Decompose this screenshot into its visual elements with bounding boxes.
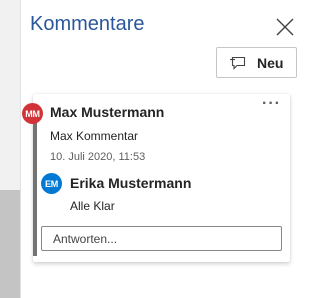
avatar: MM bbox=[22, 103, 43, 124]
new-comment-label: Neu bbox=[257, 55, 284, 71]
close-icon bbox=[276, 18, 294, 36]
scrollbar-thumb[interactable] bbox=[0, 190, 20, 298]
avatar: EM bbox=[41, 173, 62, 194]
more-options-button[interactable]: ··· bbox=[262, 96, 284, 113]
pane-title: Kommentare bbox=[30, 13, 145, 35]
reply-input[interactable] bbox=[41, 226, 282, 251]
comment-text: Max Kommentar bbox=[50, 129, 139, 143]
new-comment-icon bbox=[229, 55, 247, 76]
new-comment-button[interactable]: Neu bbox=[216, 47, 297, 78]
active-thread-indicator bbox=[33, 108, 37, 256]
close-button[interactable] bbox=[272, 14, 298, 40]
reply-author: Erika Mustermann bbox=[70, 175, 192, 191]
reply-text: Alle Klar bbox=[70, 199, 115, 213]
scrollbar[interactable] bbox=[0, 0, 21, 298]
comment-timestamp: 10. Juli 2020, 11:53 bbox=[50, 151, 146, 163]
more-options-icon: ··· bbox=[262, 95, 281, 112]
comment-author: Max Mustermann bbox=[50, 104, 165, 120]
